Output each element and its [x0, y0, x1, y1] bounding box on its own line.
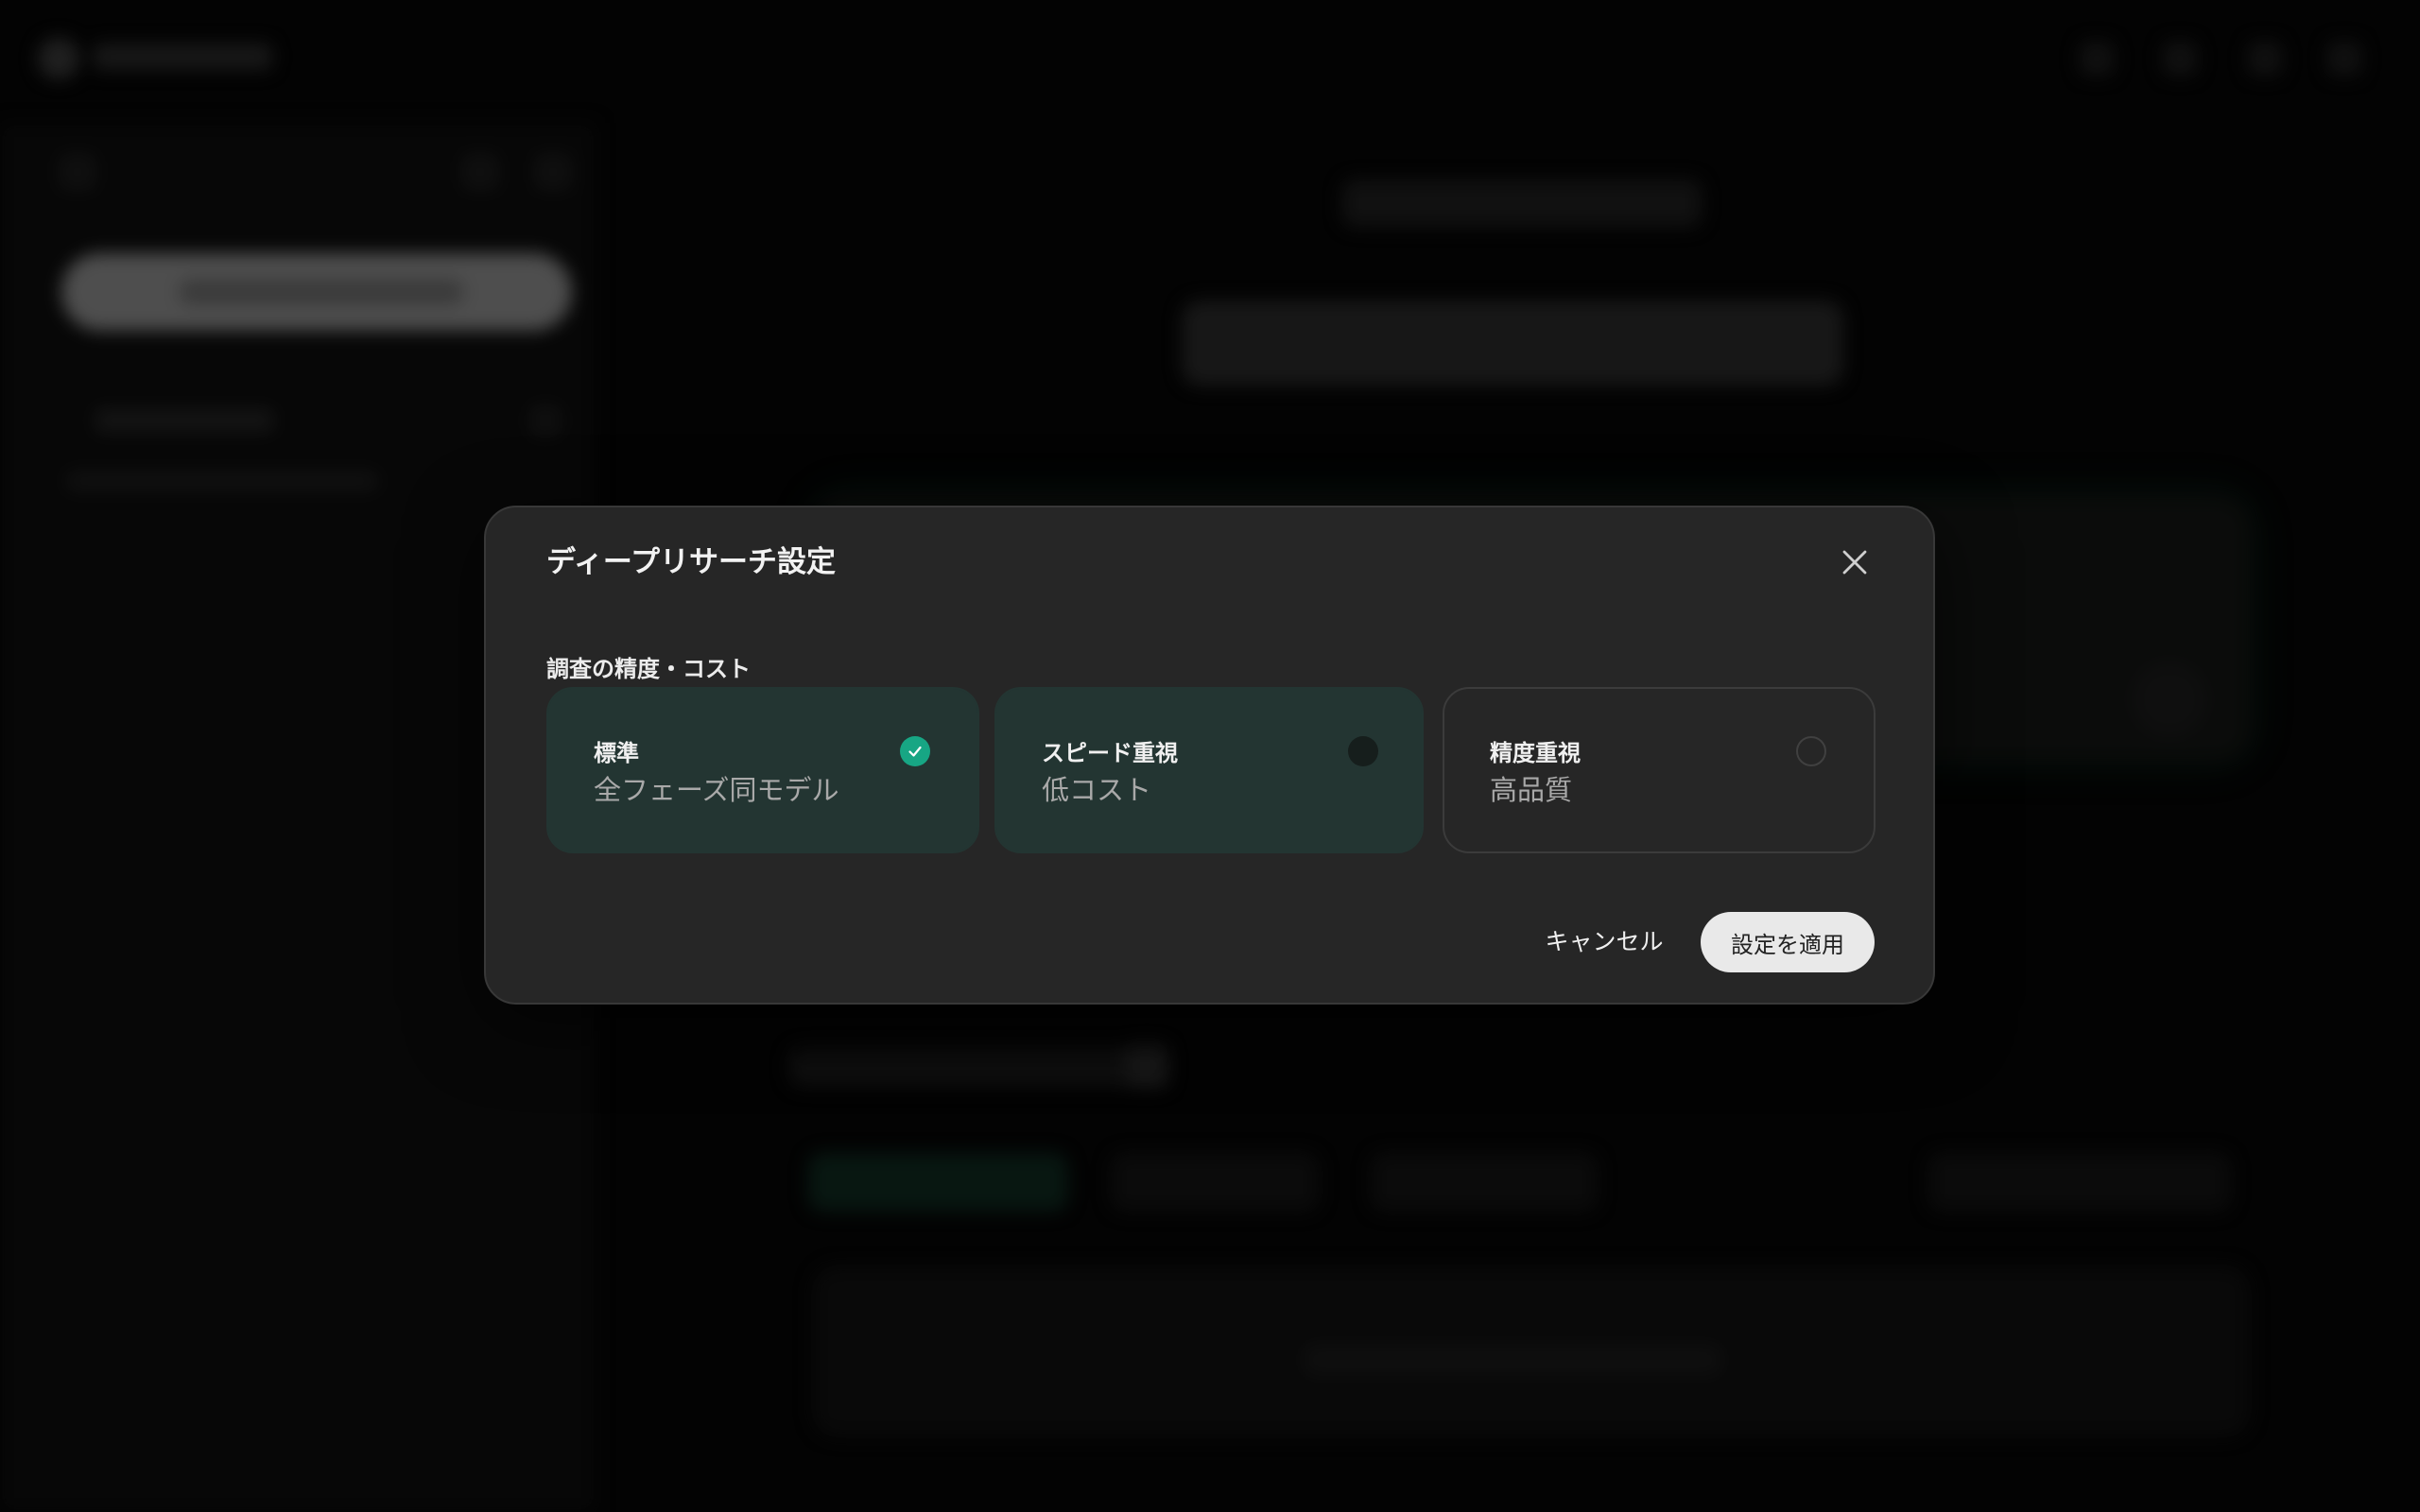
check-circle-icon: [900, 736, 930, 766]
cancel-button[interactable]: キャンセル: [1529, 912, 1680, 969]
deep-research-settings-dialog: ディープリサーチ設定 調査の精度・コスト 標準 全フェーズ同モデル スピード重視…: [484, 506, 1935, 1005]
option-accuracy[interactable]: 精度重視 高品質: [1443, 687, 1876, 853]
close-button[interactable]: [1828, 536, 1881, 589]
apply-settings-button[interactable]: 設定を適用: [1701, 912, 1875, 972]
option-standard[interactable]: 標準 全フェーズ同モデル: [546, 687, 979, 853]
option-speed[interactable]: スピード重視 低コスト: [994, 687, 1424, 853]
option-description: 全フェーズ同モデル: [594, 774, 839, 806]
radio-dot-icon: [1348, 736, 1378, 766]
section-label-precision-cost: 調査の精度・コスト: [546, 656, 751, 682]
option-title: スピード重視: [1042, 740, 1178, 766]
dialog-title: ディープリサーチ設定: [546, 545, 836, 579]
radio-empty-icon: [1796, 736, 1826, 766]
option-description: 低コスト: [1042, 774, 1152, 806]
option-title: 精度重視: [1490, 740, 1581, 766]
close-icon: [1842, 550, 1867, 575]
option-description: 高品質: [1490, 774, 1573, 806]
page: ディープリサーチ設定 調査の精度・コスト 標準 全フェーズ同モデル スピード重視…: [0, 0, 2420, 1512]
option-title: 標準: [594, 740, 639, 766]
